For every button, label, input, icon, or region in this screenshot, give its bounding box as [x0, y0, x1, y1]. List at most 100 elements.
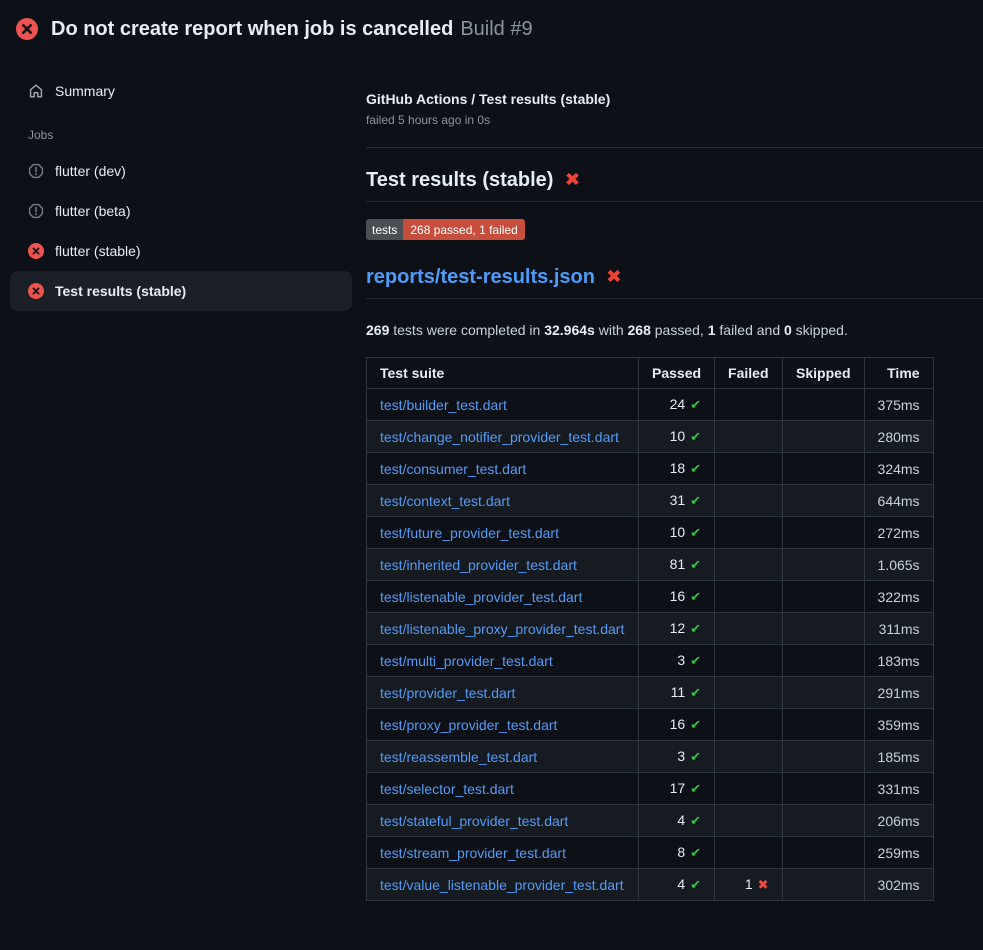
table-header-row: Test suitePassedFailedSkippedTime [367, 358, 934, 389]
check-icon: ✔ [690, 525, 701, 540]
suite-link[interactable]: test/context_test.dart [380, 493, 510, 509]
passed-cell: 12✔ [639, 613, 715, 645]
passed-cell: 81✔ [639, 549, 715, 581]
suite-link[interactable]: test/listenable_proxy_provider_test.dart [380, 621, 624, 637]
skipped-cell [782, 645, 864, 677]
failed-count: 1 [708, 322, 716, 338]
time-cell: 324ms [864, 453, 933, 485]
time-cell: 1.065s [864, 549, 933, 581]
table-row: test/selector_test.dart17✔331ms [367, 773, 934, 805]
suite-cell: test/stateful_provider_test.dart [367, 805, 639, 837]
time-cell: 359ms [864, 709, 933, 741]
failed-cell [715, 421, 782, 453]
failed-cell [715, 581, 782, 613]
job-label: Test results (stable) [55, 283, 186, 299]
summary-text: passed, [651, 322, 708, 338]
divider [366, 147, 983, 148]
skipped-cell [782, 677, 864, 709]
passed-cell: 18✔ [639, 453, 715, 485]
sidebar: Summary Jobs flutter (dev) flutter (beta)… [0, 54, 366, 311]
check-icon: ✔ [690, 621, 701, 636]
passed-cell: 10✔ [639, 421, 715, 453]
suite-cell: test/multi_provider_test.dart [367, 645, 639, 677]
skipped-cell [782, 549, 864, 581]
sidebar-item-summary[interactable]: Summary [10, 71, 352, 111]
check-icon: ✔ [690, 429, 701, 444]
passed-cell: 3✔ [639, 741, 715, 773]
failed-count: 1 [745, 876, 753, 892]
suite-cell: test/future_provider_test.dart [367, 517, 639, 549]
job-label: flutter (dev) [55, 163, 126, 179]
suite-link[interactable]: test/proxy_provider_test.dart [380, 717, 557, 733]
passed-count: 4 [677, 812, 685, 828]
suite-link[interactable]: test/selector_test.dart [380, 781, 514, 797]
sidebar-item-test-results-stable[interactable]: Test results (stable) [10, 271, 352, 311]
time-cell: 311ms [864, 613, 933, 645]
suite-link[interactable]: test/future_provider_test.dart [380, 525, 559, 541]
suite-link[interactable]: test/change_notifier_provider_test.dart [380, 429, 619, 445]
suite-link[interactable]: test/stateful_provider_test.dart [380, 813, 568, 829]
table-row: test/provider_test.dart 11✔ 291ms [367, 677, 934, 709]
passed-count: 11 [671, 684, 686, 700]
suite-link[interactable]: test/consumer_test.dart [380, 461, 526, 477]
passed-cell: 31✔ [639, 485, 715, 517]
column-header-test-suite: Test suite [367, 358, 639, 389]
failed-cell [715, 485, 782, 517]
sidebar-item-flutter-stable[interactable]: flutter (stable) [10, 231, 352, 271]
table-row: test/reassemble_test.dart3✔185ms [367, 741, 934, 773]
suite-link[interactable]: test/builder_test.dart [380, 397, 507, 413]
suite-link[interactable]: test/value_listenable_provider_test.dart [380, 877, 624, 893]
passed-cell: 16✔ [639, 709, 715, 741]
build-number: Build #9 [460, 18, 532, 40]
passed-count: 31 [670, 492, 686, 508]
time-cell: 291ms [864, 677, 933, 709]
suite-link[interactable]: test/multi_provider_test.dart [380, 653, 553, 669]
sidebar-summary-label: Summary [55, 83, 115, 99]
skipped-cell [782, 517, 864, 549]
failed-x-icon: ✖ [606, 268, 622, 286]
check-run-header: Do not create report when job is cancell… [0, 0, 983, 54]
total-count: 269 [366, 322, 389, 338]
passed-count: 8 [677, 844, 685, 860]
failed-x-icon: ✖ [564, 171, 580, 189]
table-row: test/consumer_test.dart 18✔ 324ms [367, 453, 934, 485]
table-row: test/listenable_provider_test.dart16✔322… [367, 581, 934, 613]
failed-cell [715, 613, 782, 645]
skipped-cell [782, 773, 864, 805]
table-row: test/value_listenable_provider_test.dart… [367, 869, 934, 901]
skipped-cell [782, 869, 864, 901]
passed-cell: 3✔ [639, 645, 715, 677]
passed-cell: 11✔ [639, 677, 715, 709]
failed-cell [715, 389, 782, 421]
status-line: failed 5 hours ago in 0s [366, 113, 983, 127]
sidebar-item-flutter-beta[interactable]: flutter (beta) [10, 191, 352, 231]
passed-cell: 10✔ [639, 517, 715, 549]
failed-cell [715, 453, 782, 485]
suite-cell: test/proxy_provider_test.dart [367, 709, 639, 741]
report-file-link[interactable]: reports/test-results.json [366, 266, 595, 289]
results-table: Test suitePassedFailedSkippedTime test/b… [366, 357, 934, 901]
x-icon: ✖ [758, 877, 769, 892]
jobs-section-label: Jobs [10, 128, 352, 142]
home-icon [28, 83, 44, 99]
check-icon: ✔ [690, 653, 701, 668]
suite-link[interactable]: test/listenable_provider_test.dart [380, 589, 582, 605]
passed-count: 4 [677, 876, 685, 892]
time-cell: 644ms [864, 485, 933, 517]
failed-cell [715, 805, 782, 837]
column-header-failed: Failed [715, 358, 782, 389]
suite-link[interactable]: test/inherited_provider_test.dart [380, 557, 577, 573]
suite-link[interactable]: test/provider_test.dart [380, 685, 515, 701]
time-cell: 183ms [864, 645, 933, 677]
suite-link[interactable]: test/reassemble_test.dart [380, 749, 537, 765]
job-label: flutter (beta) [55, 203, 130, 219]
x-circle-icon [28, 283, 44, 299]
badge-value: 268 passed, 1 failed [403, 219, 524, 240]
passed-count: 16 [670, 716, 686, 732]
sidebar-item-flutter-dev[interactable]: flutter (dev) [10, 151, 352, 191]
passed-count: 81 [670, 556, 686, 572]
suite-link[interactable]: test/stream_provider_test.dart [380, 845, 566, 861]
failure-x-circle-icon [16, 18, 38, 40]
passed-cell: 4✔ [639, 805, 715, 837]
table-row: test/multi_provider_test.dart 3✔ 183ms [367, 645, 934, 677]
